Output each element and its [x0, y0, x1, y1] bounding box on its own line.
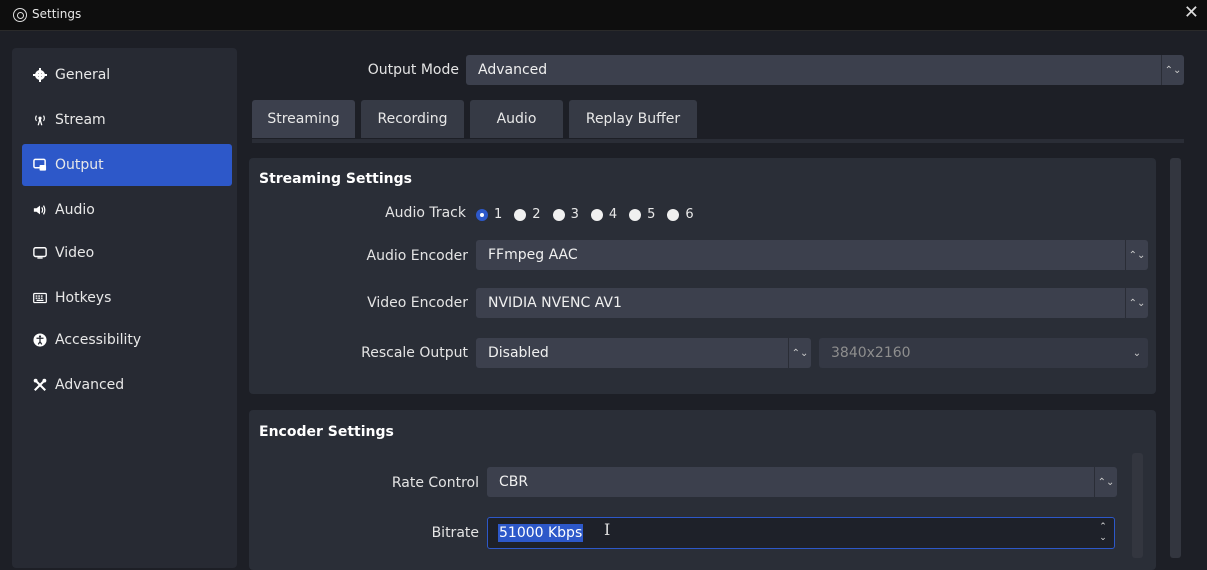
keyboard-icon: [33, 291, 47, 305]
sidebar-item-label: General: [55, 67, 111, 83]
output-icon: [33, 158, 47, 172]
tab-audio[interactable]: Audio: [470, 100, 563, 138]
sidebar-item-stream[interactable]: Stream: [22, 99, 232, 141]
encoder-settings-title: Encoder Settings: [259, 424, 394, 440]
output-mode-select[interactable]: Advanced ⌃⌄: [466, 55, 1184, 85]
audio-track-radio-6[interactable]: [667, 208, 680, 221]
streaming-settings-group: Streaming Settings Audio Track 1 2 3 4 5…: [249, 158, 1156, 394]
rate-control-label: Rate Control: [391, 475, 479, 491]
close-icon[interactable]: ✕: [1184, 3, 1199, 23]
encoder-settings-group: Encoder Settings Rate Control CBR ⌃⌄ Bit…: [249, 410, 1156, 570]
audio-track-radio-1[interactable]: [476, 208, 488, 221]
output-mode-value: Advanced: [478, 62, 548, 78]
sidebar-item-advanced[interactable]: Advanced: [22, 364, 232, 406]
audio-encoder-label: Audio Encoder: [366, 248, 468, 264]
rescale-resolution-select[interactable]: 3840x2160 ⌄: [819, 338, 1148, 368]
audio-encoder-select[interactable]: FFmpeg AAC ⌃⌄: [476, 240, 1148, 270]
rate-control-value: CBR: [499, 474, 529, 490]
bitrate-input[interactable]: 51000 Kbps ⌃ ⌄: [487, 517, 1115, 549]
sidebar-item-audio[interactable]: Audio: [22, 189, 232, 231]
sidebar-item-video[interactable]: Video: [22, 232, 232, 274]
sidebar-item-label: Hotkeys: [55, 290, 112, 306]
audio-track-radio-2[interactable]: [514, 208, 527, 221]
sidebar: General Stream Output Audio Video Hotkey…: [12, 48, 237, 568]
sidebar-item-general[interactable]: General: [22, 54, 232, 96]
chevron-updown-icon: ⌃⌄: [1094, 467, 1117, 497]
audio-encoder-value: FFmpeg AAC: [488, 247, 578, 263]
streaming-settings-title: Streaming Settings: [259, 171, 412, 187]
sidebar-item-label: Output: [55, 157, 104, 173]
rate-control-select[interactable]: CBR ⌃⌄: [487, 467, 1117, 497]
tab-streaming[interactable]: Streaming: [252, 100, 355, 138]
tab-divider: [252, 139, 1184, 143]
radio-label: 5: [647, 207, 656, 222]
sidebar-item-label: Audio: [55, 202, 95, 218]
window-title: Settings: [32, 7, 82, 21]
text-cursor-icon: I: [604, 520, 611, 539]
audio-track-radio-4[interactable]: [590, 208, 603, 221]
sidebar-item-accessibility[interactable]: Accessibility: [22, 319, 232, 361]
bitrate-value: 51000 Kbps: [498, 524, 584, 542]
accessibility-icon: [33, 333, 47, 347]
radio-label: 6: [685, 207, 694, 222]
radio-label: 1: [494, 207, 503, 222]
video-encoder-select[interactable]: NVIDIA NVENC AV1 ⌃⌄: [476, 288, 1148, 318]
audio-track-label: Audio Track: [385, 205, 466, 221]
chevron-updown-icon: ⌃⌄: [788, 338, 811, 368]
radio-label: 2: [532, 207, 541, 222]
bitrate-label: Bitrate: [431, 525, 479, 541]
tab-replay-buffer[interactable]: Replay Buffer: [569, 100, 697, 138]
audio-track-radio-5[interactable]: [629, 208, 642, 221]
chevron-updown-icon: ⌃⌄: [1125, 288, 1148, 318]
chevron-updown-icon: ⌃⌄: [1125, 240, 1148, 270]
sidebar-item-label: Advanced: [55, 377, 125, 393]
spin-buttons-icon[interactable]: ⌃ ⌄: [1096, 519, 1110, 546]
radio-label: 3: [570, 207, 579, 222]
video-encoder-value: NVIDIA NVENC AV1: [488, 295, 622, 311]
sidebar-item-hotkeys[interactable]: Hotkeys: [22, 277, 232, 319]
video-encoder-label: Video Encoder: [367, 295, 468, 311]
sidebar-item-label: Video: [55, 245, 95, 261]
tools-icon: [33, 378, 47, 392]
main-panel: Output Mode Advanced ⌃⌄ Streaming Record…: [247, 48, 1197, 570]
gear-icon: [33, 68, 47, 82]
radio-label: 4: [608, 207, 618, 222]
sidebar-item-label: Accessibility: [55, 332, 142, 348]
obs-logo-icon: [13, 8, 27, 22]
rescale-output-value: Disabled: [488, 345, 549, 361]
rescale-output-select[interactable]: Disabled ⌃⌄: [476, 338, 811, 368]
sidebar-item-output[interactable]: Output: [22, 144, 232, 186]
chevron-updown-icon: ⌃⌄: [1161, 55, 1184, 85]
sidebar-item-label: Stream: [55, 112, 106, 128]
output-mode-label: Output Mode: [367, 62, 459, 78]
audio-track-radio-3[interactable]: [552, 208, 565, 221]
outer-scrollbar[interactable]: [1170, 158, 1181, 558]
rescale-resolution-value: 3840x2160: [831, 345, 911, 361]
chevron-down-icon: ⌄: [1132, 347, 1142, 359]
broadcast-icon: [33, 113, 47, 127]
rescale-output-label: Rescale Output: [361, 345, 468, 361]
inner-scrollbar[interactable]: [1132, 453, 1143, 558]
title-bar: Settings ✕: [0, 0, 1207, 31]
monitor-icon: [33, 246, 47, 260]
audio-track-radio-group: 1 2 3 4 5 6: [476, 207, 706, 222]
speaker-icon: [33, 203, 47, 217]
tab-recording[interactable]: Recording: [361, 100, 464, 138]
